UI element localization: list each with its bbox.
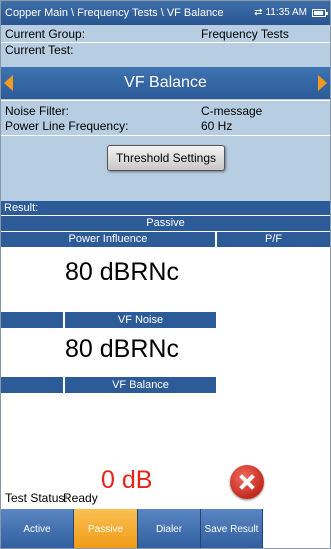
clock: 11:35 AM (265, 7, 307, 18)
breadcrumb: Copper Main \ Frequency Tests \ VF Balan… (5, 7, 224, 19)
current-group-label: Current Group: (5, 27, 86, 41)
title-bar: Copper Main \ Frequency Tests \ VF Balan… (1, 1, 330, 25)
current-group-row: Current Group: Frequency Tests (5, 26, 326, 42)
noise-filter-value: C-message (201, 104, 263, 118)
noise-filter-row: Noise Filter: C-message (5, 103, 326, 119)
vf-noise-header: VF Noise (65, 312, 216, 328)
divider (1, 135, 330, 136)
test-status-label: Test Status: (5, 491, 68, 505)
current-test-label: Current Test: (5, 43, 74, 57)
mode-header: Passive (1, 216, 330, 231)
status-area: ⇄ 11:35 AM (254, 1, 328, 25)
connection-icon: ⇄ (254, 7, 263, 18)
tab-save-result[interactable]: Save Result (201, 509, 263, 548)
vf-balance-header: VF Balance (65, 377, 216, 393)
current-group-value: Frequency Tests (201, 27, 289, 41)
current-test-row: Current Test: (5, 43, 326, 57)
divider (1, 100, 330, 101)
tab-dialer[interactable]: Dialer (138, 509, 201, 548)
result-header: Result: (1, 201, 330, 215)
bottom-tab-bar: Active Passive Dialer Save Result (1, 509, 330, 548)
section-bar (1, 377, 63, 393)
tab-active[interactable]: Active (1, 509, 74, 548)
test-status: Test Status: Ready (5, 491, 98, 505)
power-line-frequency-row: Power Line Frequency: 60 Hz (5, 118, 326, 134)
noise-filter-label: Noise Filter: (5, 104, 70, 118)
power-line-frequency-label: Power Line Frequency: (5, 119, 129, 133)
next-test-arrow-icon[interactable] (318, 75, 327, 91)
power-influence-value: 80 dBRNc (65, 258, 179, 286)
test-info-panel: Current Group: Frequency Tests Current T… (1, 25, 330, 201)
power-influence-header: Power Influence (1, 232, 215, 247)
power-line-frequency-value: 60 Hz (201, 119, 233, 133)
test-status-value: Ready (63, 491, 98, 505)
battery-icon (312, 9, 328, 17)
vf-noise-value: 80 dBRNc (65, 335, 179, 363)
current-test-value: VF Balance (124, 74, 207, 91)
test-selector: VF Balance (1, 67, 330, 99)
pf-header: P/F (217, 232, 330, 247)
threshold-settings-button[interactable]: Threshold Settings (107, 145, 225, 171)
app-window: Copper Main \ Frequency Tests \ VF Balan… (0, 0, 331, 549)
fail-icon (230, 465, 264, 499)
vf-balance-value: 0 dB (101, 466, 153, 494)
section-bar (1, 312, 63, 328)
tab-passive[interactable]: Passive (74, 509, 138, 548)
